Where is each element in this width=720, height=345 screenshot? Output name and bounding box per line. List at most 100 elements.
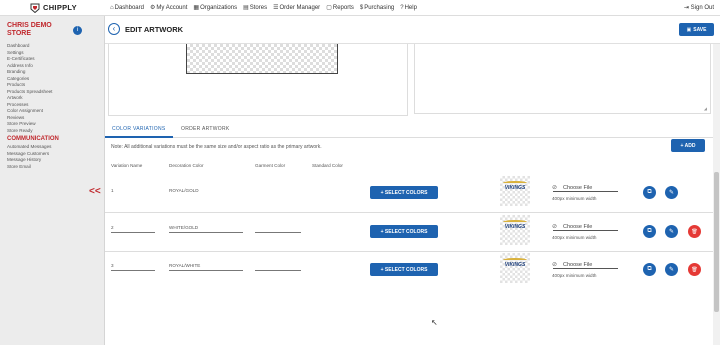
column-header-variation-name: Variation Name bbox=[111, 163, 143, 168]
sidebar-item-store-ready[interactable]: Store Ready bbox=[7, 128, 59, 135]
choose-file-button[interactable]: Choose File bbox=[553, 223, 618, 231]
sign-out-link[interactable]: ⇥ Sign Out bbox=[684, 4, 714, 11]
nav-label: Stores bbox=[249, 4, 268, 11]
nav-stores-icon: ▤ bbox=[243, 5, 249, 11]
variation-thumbnail: VIKINGS bbox=[500, 215, 530, 245]
artwork-preview-panel bbox=[108, 44, 408, 116]
copy-icon: ⧉ bbox=[647, 189, 652, 195]
top-navigation: CHIPPLY ⌂ Dashboard ⚙ My Account ▦ Organizati… bbox=[0, 0, 720, 16]
nav-order-manager-icon: ☰ bbox=[273, 5, 279, 11]
nav-organizations[interactable]: ▦ Organizations bbox=[193, 4, 238, 12]
edit-button[interactable]: ✎ bbox=[665, 263, 678, 276]
variations-note: Note: All additional variations must be … bbox=[111, 144, 322, 150]
nav-label: Help bbox=[404, 4, 417, 11]
chipply-logo[interactable]: CHIPPLY bbox=[30, 3, 110, 13]
thumbnail-brand-text: VIKINGS bbox=[504, 185, 526, 191]
edit-button[interactable]: ✎ bbox=[665, 186, 678, 199]
tab-order-artwork[interactable]: ORDER ARTWORK bbox=[181, 126, 230, 132]
choose-file-button[interactable]: Choose File bbox=[553, 261, 618, 269]
nav-label: My Account bbox=[156, 4, 188, 11]
select-colors-button[interactable]: + SELECT COLORS bbox=[370, 225, 438, 238]
edit-icon: ✎ bbox=[668, 229, 675, 235]
nav-label: Organizations bbox=[200, 4, 238, 11]
select-colors-button[interactable]: + SELECT COLORS bbox=[370, 186, 438, 199]
sidebar: CHRIS DEMO STORE i Dashboard Settings E-Ce… bbox=[0, 16, 105, 345]
variation-name-input[interactable]: 2 bbox=[111, 224, 155, 233]
nav-stores[interactable]: ▤ Stores bbox=[243, 4, 268, 12]
tab-color-variations[interactable]: COLOR VARIATIONS bbox=[112, 126, 166, 132]
edit-icon: ✎ bbox=[668, 267, 675, 273]
file-hint: 400px minimum width bbox=[552, 273, 597, 278]
thumbnail-brand-text: VIKINGS bbox=[504, 224, 526, 230]
nav-dashboard-icon: ⌂ bbox=[110, 4, 114, 11]
variation-row: 3 ROYAL/WHITE + SELECT COLORS VIKINGS ⊘ Choos… bbox=[105, 249, 713, 287]
info-icon[interactable]: i bbox=[73, 26, 82, 35]
nav-my-account-icon: ⚙ bbox=[149, 5, 156, 11]
save-icon: ▣ bbox=[686, 26, 692, 33]
variation-name-value: 1 bbox=[111, 188, 114, 193]
sidebar-item-automated-messages[interactable]: Automated Messages bbox=[7, 144, 59, 151]
delete-icon: 🗑 bbox=[691, 228, 698, 235]
nav-label: Purchasing bbox=[364, 4, 395, 11]
brand-name: CHIPPLY bbox=[43, 3, 77, 12]
nav-reports-icon: ▢ bbox=[326, 5, 332, 11]
thumbnail-brand-text: VIKINGS bbox=[504, 262, 526, 268]
add-variation-button[interactable]: + ADD bbox=[671, 139, 705, 152]
delete-button[interactable]: 🗑 bbox=[688, 225, 701, 238]
nav-dashboard[interactable]: ⌂ Dashboard bbox=[110, 4, 144, 11]
decoration-color-value: ROYAL/GOLD bbox=[169, 188, 199, 193]
file-hint: 400px minimum width bbox=[552, 235, 597, 240]
sidebar-heading-communication: COMMUNICATION bbox=[7, 136, 59, 142]
nav-label: Order Manager bbox=[279, 4, 321, 11]
back-button[interactable]: ‹ bbox=[108, 23, 120, 35]
choose-file-button[interactable]: Choose File bbox=[553, 184, 618, 192]
variation-row: 2 WHITE/GOLD + SELECT COLORS VIKINGS ⊘ Choose… bbox=[105, 211, 713, 249]
nav-organizations-icon: ▦ bbox=[193, 5, 200, 11]
copy-button[interactable]: ⧉ bbox=[643, 263, 656, 276]
nav-purchasing[interactable]: $ Purchasing bbox=[360, 4, 394, 11]
store-name: CHRIS DEMO STORE bbox=[7, 22, 52, 37]
decoration-color-input[interactable]: ROYAL/WHITE bbox=[169, 262, 243, 271]
nav-label: Reports bbox=[332, 4, 354, 11]
nav-reports[interactable]: ▢ Reports bbox=[326, 4, 354, 12]
copy-icon: ⧉ bbox=[647, 228, 652, 234]
resize-handle-icon[interactable]: ◢ bbox=[704, 106, 707, 111]
nav-order-manager[interactable]: ☰ Order Manager bbox=[273, 4, 321, 12]
nav-help[interactable]: ? Help bbox=[400, 4, 417, 11]
delete-icon: 🗑 bbox=[691, 266, 698, 273]
scrollbar-thumb[interactable] bbox=[714, 172, 719, 312]
save-label: SAVE bbox=[693, 26, 707, 33]
page-title: EDIT ARTWORK bbox=[125, 25, 184, 34]
decoration-color-input[interactable]: WHITE/GOLD bbox=[169, 224, 243, 233]
column-header-garment-color: Garment Color bbox=[255, 163, 286, 168]
chipply-shield-icon bbox=[30, 3, 40, 13]
page-header: ‹ EDIT ARTWORK ▣ SAVE bbox=[105, 16, 720, 44]
notes-panel[interactable]: ◢ bbox=[414, 44, 711, 114]
edit-icon: ✎ bbox=[668, 190, 675, 196]
column-header-decoration-color: Decoration Color bbox=[169, 163, 204, 168]
nav-help-icon: ? bbox=[400, 4, 404, 11]
variation-name-input[interactable]: 3 bbox=[111, 262, 155, 271]
main-content: ◢ COLOR VARIATIONS ORDER ARTWORK Note: A… bbox=[105, 44, 713, 345]
mouse-cursor-icon: ↖ bbox=[431, 318, 438, 327]
variation-thumbnail: VIKINGS bbox=[500, 253, 530, 283]
nav-my-account[interactable]: ⚙ My Account bbox=[149, 4, 188, 12]
copy-icon: ⧉ bbox=[647, 266, 652, 272]
scrollbar[interactable] bbox=[713, 44, 720, 345]
sign-out-label: Sign Out bbox=[690, 5, 714, 11]
active-tab-indicator bbox=[105, 136, 173, 138]
select-colors-button[interactable]: + SELECT COLORS bbox=[370, 263, 438, 276]
variation-thumbnail: VIKINGS bbox=[500, 176, 530, 206]
garment-color-input[interactable] bbox=[255, 262, 301, 271]
delete-button[interactable]: 🗑 bbox=[688, 263, 701, 276]
copy-button[interactable]: ⧉ bbox=[643, 186, 656, 199]
nav-label: Dashboard bbox=[114, 4, 144, 11]
edit-button[interactable]: ✎ bbox=[665, 225, 678, 238]
sidebar-item-store-email[interactable]: Store Email bbox=[7, 164, 59, 171]
nav-purchasing-icon: $ bbox=[359, 4, 364, 11]
collapse-sidebar-icon[interactable]: << bbox=[89, 186, 101, 197]
copy-button[interactable]: ⧉ bbox=[643, 225, 656, 238]
garment-color-input[interactable] bbox=[255, 224, 301, 233]
column-header-standard-color: Standard Color bbox=[312, 163, 343, 168]
save-button[interactable]: ▣ SAVE bbox=[679, 23, 714, 36]
